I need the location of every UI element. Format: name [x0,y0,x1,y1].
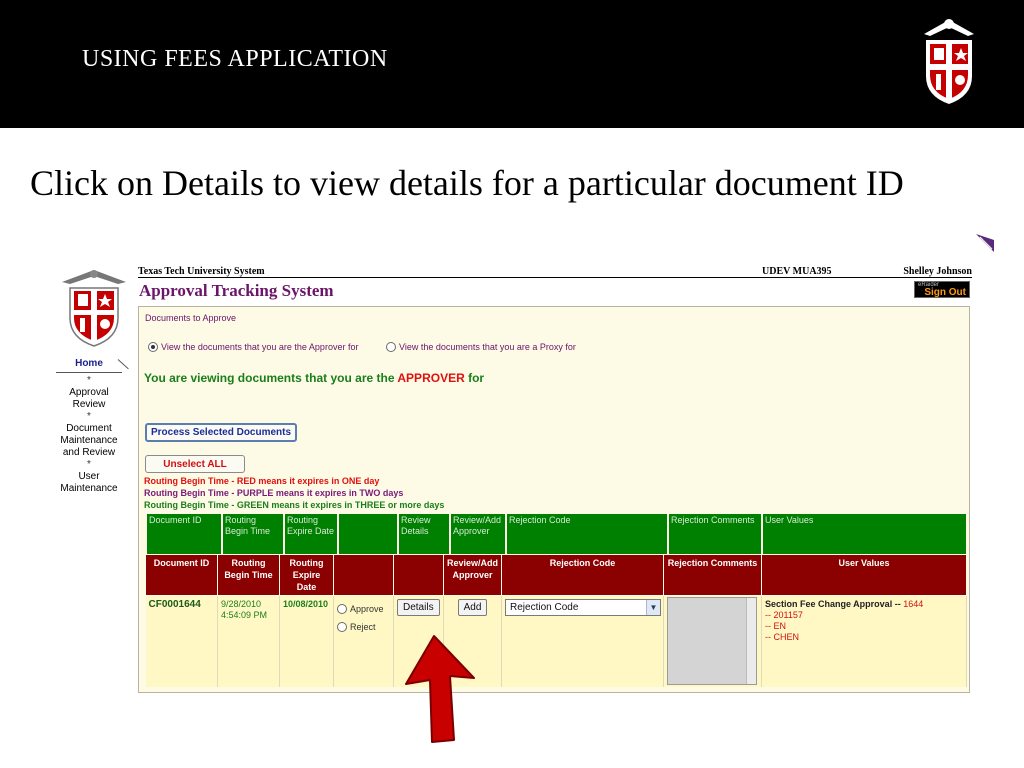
view-approver-option[interactable]: View the documents that you are the Appr… [148,342,358,352]
documents-table: Document ID Routing Begin Time Routing E… [145,554,967,687]
approver-option-label: View the documents that you are the Appr… [161,342,359,352]
green-header-cell: Rejection Comments [667,512,763,556]
environment-label: UDEV MUA395 [762,266,832,277]
reject-option[interactable]: Reject [337,622,390,632]
scrollbar[interactable] [746,598,756,684]
doc-id-cell: CF0001644 [145,595,218,687]
pointer-arrow-icon [405,635,475,743]
column-header: Routing Expire Date [279,554,334,596]
app-title: Approval Tracking System [139,281,334,300]
user-values-id: 1644 [903,599,924,609]
approver-radio[interactable] [148,342,158,352]
column-header [333,554,394,596]
approve-label: Approve [350,604,384,614]
proxy-option-label: View the documents that you are a Proxy … [399,342,576,352]
viewing-role: APPROVER [397,371,465,385]
system-name: Texas Tech University System [138,266,265,277]
table-row: CF0001644 9/28/2010 4:54:09 PM 10/08/201… [145,595,967,687]
green-header-cell: User Values [761,512,968,556]
nav-document-maintenance[interactable]: Document Maintenance and Review [56,423,122,459]
nav-separator: * [87,411,91,422]
viewing-message: You are viewing documents that you are t… [144,371,484,385]
slide-title: USING FEES APPLICATION [82,46,388,72]
green-header-cell: Review/Add Approver [449,512,507,556]
rejection-code-select[interactable]: Rejection Code ▼ [505,599,661,616]
documents-panel: Documents to Approve View the documents … [138,306,970,693]
corner-triangle-icon [976,234,994,252]
details-button[interactable]: Details [397,599,440,616]
ttu-seal-icon [924,19,974,104]
proxy-radio[interactable] [386,342,396,352]
green-header-cell: Rejection Code [505,512,669,556]
viewing-prefix: You are viewing documents that you are t… [144,371,398,385]
nav-approval-review[interactable]: Approval Review [56,387,122,411]
green-header-cell: Routing Begin Time [221,512,285,556]
unselect-all-button[interactable]: Unselect ALL [145,455,245,473]
add-approver-button[interactable]: Add [457,599,488,616]
begin-time: 4:54:09 PM [221,610,268,620]
column-header: Rejection Comments [663,554,762,596]
green-header-table: Document ID Routing Begin Time Routing E… [145,512,968,556]
column-header: User Values [761,554,967,596]
approve-option[interactable]: Approve [337,604,390,614]
nav-separator: * [87,375,91,386]
rejection-comments-cell [663,595,762,687]
legend-red: Routing Begin Time - RED means it expire… [144,476,380,486]
rejection-code-cell: Rejection Code ▼ [501,595,664,687]
chevron-down-icon[interactable]: ▼ [646,600,660,615]
reject-radio[interactable] [337,622,347,632]
expire-date: 10/08/2010 [283,599,329,609]
legend-purple: Routing Begin Time - PURPLE means it exp… [144,488,404,498]
university-seal-icon [62,270,126,347]
process-selected-button[interactable]: Process Selected Documents [145,423,298,442]
user-values-label: Section Fee Change Approval -- [765,599,904,609]
slide-header: USING FEES APPLICATION [0,0,1024,128]
left-nav: Home * Approval Review * Document Mainte… [56,358,122,495]
column-header: Rejection Code [501,554,664,596]
slide-subtitle: Click on Details to view details for a p… [30,163,904,203]
approve-radio[interactable] [337,604,347,614]
panel-title: Documents to Approve [145,313,237,323]
green-header-cell: Document ID [145,512,223,556]
user-values-cell: Section Fee Change Approval -- 1644 -- 2… [761,595,967,687]
legend-green: Routing Begin Time - GREEN means it expi… [144,500,445,510]
nav-user-maintenance[interactable]: User Maintenance [56,471,122,495]
view-proxy-option[interactable]: View the documents that you are a Proxy … [386,342,576,352]
user-name: Shelley Johnson [903,266,972,277]
green-header-cell: Routing Expire Date [283,512,339,556]
green-header-cell [337,512,399,556]
begin-time-cell: 9/28/2010 4:54:09 PM [217,595,280,687]
user-value-line: -- EN [765,621,786,631]
expire-date-cell: 10/08/2010 [279,595,334,687]
sign-out-label: Sign Out [924,287,966,298]
doc-id: CF0001644 [148,599,201,610]
column-header: Routing Begin Time [217,554,280,596]
begin-date: 9/28/2010 [221,599,262,609]
column-header: Review/Add Approver [443,554,502,596]
user-value-line: -- 201157 [765,610,803,620]
nav-home[interactable]: Home [56,358,122,373]
table-header-row: Document ID Routing Begin Time Routing E… [145,554,967,596]
decision-cell: Approve Reject [333,595,394,687]
rejection-comments-field[interactable] [667,597,757,685]
viewing-suffix: for [464,371,485,385]
app-top-bar: Texas Tech University System UDEV MUA395… [138,266,972,278]
sign-out-button[interactable]: eRaider Sign Out [914,281,970,298]
nav-separator: * [87,459,91,470]
column-header: Document ID [145,554,218,596]
rejection-code-value: Rejection Code [510,602,579,613]
green-header-cell: Review Details [397,512,451,556]
user-value-line: -- CHEN [765,632,799,642]
reject-label: Reject [350,622,376,632]
column-header [393,554,444,596]
